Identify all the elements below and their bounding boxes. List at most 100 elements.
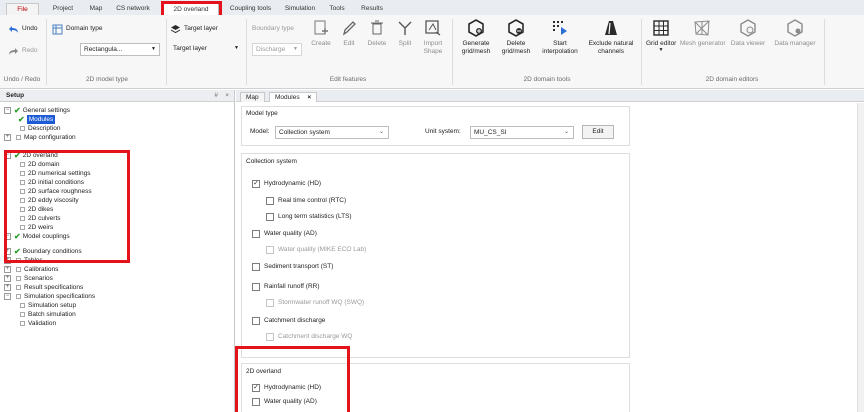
- menu-tab-coupling-tools[interactable]: Coupling tools: [225, 3, 276, 15]
- edit-unit-button[interactable]: Edit: [582, 125, 614, 139]
- edit-button[interactable]: Edit: [338, 18, 360, 48]
- tree-item[interactable]: − Simulation specifications: [4, 292, 95, 301]
- close-tab-icon[interactable]: ×: [307, 94, 311, 101]
- checkbox[interactable]: [252, 263, 260, 271]
- expand-icon[interactable]: +: [4, 266, 11, 273]
- import-shape-button[interactable]: Import Shape: [420, 18, 446, 55]
- module-option[interactable]: Catchment discharge: [252, 316, 325, 326]
- boundary-type-select[interactable]: Discharge ▼: [252, 43, 302, 56]
- chevron-down-icon: ▼: [151, 46, 156, 52]
- module-option[interactable]: Water quality (MIKE ECO Lab): [266, 245, 366, 255]
- tree-item-label: Simulation specifications: [24, 293, 96, 300]
- module-option[interactable]: Rainfall runoff (RR): [252, 282, 320, 292]
- tab-modules[interactable]: Modules ×: [269, 92, 318, 102]
- domain-type-icon: [52, 24, 63, 35]
- ribbon-separator: [641, 19, 642, 85]
- create-button[interactable]: Create: [308, 18, 334, 48]
- data-viewer-button[interactable]: Data viewer: [728, 18, 768, 48]
- module-option[interactable]: Catchment discharge WQ: [266, 332, 352, 342]
- mesh-generator-button[interactable]: Mesh generator: [680, 18, 726, 48]
- tree-item[interactable]: + Result specifications: [4, 283, 83, 292]
- menu-tab-map[interactable]: Map: [84, 3, 108, 15]
- module-option[interactable]: Sediment transport (ST): [252, 262, 333, 272]
- menu-tab-simulation[interactable]: Simulation: [280, 3, 320, 15]
- domain-type-select[interactable]: Rectangula... ▼: [80, 43, 160, 56]
- node-icon: [16, 267, 21, 272]
- pencil-icon: [339, 18, 359, 38]
- tab-map[interactable]: Map: [240, 92, 265, 102]
- undo-button[interactable]: Undo: [8, 22, 38, 36]
- menu-tab-file[interactable]: File: [6, 3, 39, 15]
- menu-tab-cs-network[interactable]: CS network: [111, 3, 155, 15]
- tree-item[interactable]: − ✔ General settings: [4, 106, 70, 115]
- module-option-label: Stormwater runoff WQ (SWQ): [278, 299, 365, 306]
- tree-item[interactable]: + Calibrations: [4, 265, 58, 274]
- grid-icon: [651, 18, 671, 38]
- chevron-down-icon: ▼: [293, 46, 298, 52]
- collapse-icon[interactable]: −: [4, 293, 11, 300]
- checkbox[interactable]: [252, 317, 260, 325]
- vertical-scrollbar[interactable]: [857, 103, 864, 412]
- tree-item[interactable]: Validation: [18, 319, 56, 328]
- highlight-box-2d-overland-section: [235, 346, 350, 412]
- redo-button[interactable]: Redo: [8, 44, 38, 58]
- module-option[interactable]: Stormwater runoff WQ (SWQ): [266, 298, 364, 308]
- collection-system-section: Collection system ✓ Hydrodynamic (HD) Real…: [241, 153, 630, 358]
- start-interpolation-button[interactable]: Start interpolation: [538, 18, 582, 55]
- collapse-icon[interactable]: −: [4, 107, 11, 114]
- module-option[interactable]: Water quality (AD): [252, 229, 317, 239]
- module-option-label: Catchment discharge: [264, 317, 326, 324]
- grid-editor-button[interactable]: Grid editor ▼: [646, 18, 676, 53]
- data-viewer-icon: [738, 18, 758, 38]
- checkbox[interactable]: [266, 299, 274, 307]
- menu-tab-results[interactable]: Results: [356, 3, 388, 15]
- target-layer-select[interactable]: Target layer ▼: [170, 43, 242, 56]
- generate-mesh-button[interactable]: Generate grid/mesh: [458, 18, 494, 55]
- group-label-edit-features: Edit features: [329, 76, 367, 83]
- data-manager-icon: [785, 18, 805, 38]
- checkbox[interactable]: [266, 333, 274, 341]
- expand-icon[interactable]: +: [4, 284, 11, 291]
- menu-tab-tools[interactable]: Tools: [324, 3, 350, 15]
- data-manager-button[interactable]: Data manager: [772, 18, 818, 48]
- tree-item[interactable]: ✔ Modules: [18, 115, 56, 124]
- tree-item[interactable]: Simulation setup: [18, 301, 76, 310]
- delete-button[interactable]: Delete: [364, 18, 390, 48]
- split-button[interactable]: Split: [394, 18, 416, 48]
- node-icon: [20, 321, 25, 326]
- exclude-channels-button[interactable]: Exclude natural channels: [586, 18, 636, 55]
- group-label-model-type: 2D model type: [86, 76, 128, 83]
- exclude-channels-icon: [601, 18, 621, 38]
- module-option[interactable]: Long term statistics (LTS): [266, 212, 352, 222]
- expand-icon[interactable]: +: [4, 275, 11, 282]
- pin-icon[interactable]: #: [214, 90, 218, 102]
- expand-icon[interactable]: +: [4, 134, 11, 141]
- checkbox[interactable]: ✓: [252, 180, 260, 188]
- tree-item[interactable]: + Map configuration: [4, 133, 76, 142]
- node-icon: [20, 126, 25, 131]
- model-type-section: Model type Model: Collection system ⌄ Un…: [241, 106, 630, 146]
- tree-item[interactable]: Batch simulation: [18, 310, 76, 319]
- collection-system-title: Collection system: [246, 158, 297, 165]
- tree-item-label: Map configuration: [24, 134, 76, 141]
- close-icon[interactable]: ×: [225, 90, 229, 102]
- checkbox[interactable]: [252, 230, 260, 238]
- undo-icon: [8, 24, 19, 35]
- ribbon: Undo Redo Undo / Redo Domain type Rectan…: [0, 15, 864, 89]
- unit-system-select[interactable]: MU_CS_SI ⌄: [470, 126, 574, 139]
- checkbox[interactable]: [266, 246, 274, 254]
- delete-mesh-button[interactable]: Delete grid/mesh: [498, 18, 534, 55]
- module-option[interactable]: Real time control (RTC): [266, 196, 346, 206]
- chevron-down-icon: ▼: [658, 46, 664, 53]
- checkbox[interactable]: [266, 197, 274, 205]
- tree-item[interactable]: + Scenarios: [4, 274, 53, 283]
- delete-mesh-icon: [506, 18, 526, 38]
- tree-item[interactable]: Description: [18, 124, 61, 133]
- checkbox[interactable]: [252, 283, 260, 291]
- tree-item-label: Simulation setup: [28, 302, 77, 309]
- model-select[interactable]: Collection system ⌄: [275, 126, 389, 139]
- module-option[interactable]: ✓ Hydrodynamic (HD): [252, 179, 321, 189]
- trash-icon: [367, 18, 387, 38]
- checkbox[interactable]: [266, 213, 274, 221]
- menu-tab-project[interactable]: Project: [46, 3, 80, 15]
